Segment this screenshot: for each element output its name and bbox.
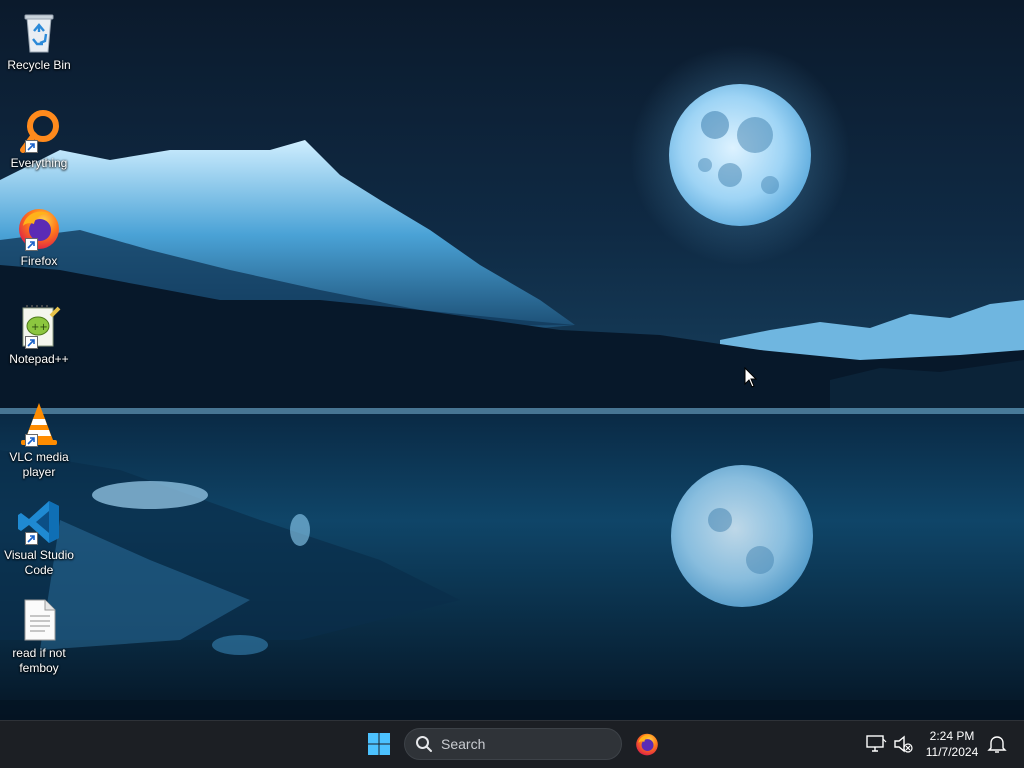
clock-date: 11/7/2024 [925,745,979,759]
desktop-icon-label: Visual Studio Code [4,548,74,577]
taskbar: Search 2:24 PM 11/7/2024 [0,720,1024,768]
shortcut-arrow-icon [25,532,38,545]
desktop-icon-label: VLC media player [9,450,69,479]
desktop-icon-vscode[interactable]: Visual Studio Code [2,494,76,584]
volume-muted-icon[interactable] [892,733,914,755]
shortcut-arrow-icon [25,140,38,153]
desktop-icon-label: Everything [10,156,68,170]
start-button[interactable] [362,727,396,761]
desktop-icon-label: Recycle Bin [7,58,71,72]
text-file-icon [15,596,63,644]
desktop-icon-text-file[interactable]: read if not femboy [2,592,76,682]
desktop-icon-area: Recycle Bin Everything Firefox ++ Notepa… [0,0,80,720]
desktop-wallpaper [0,0,1024,720]
desktop-icon-label: read if not femboy [12,646,66,675]
shortcut-arrow-icon [25,336,38,349]
desktop-icon-label: Firefox [20,254,58,268]
firefox-icon [636,733,658,756]
taskbar-firefox-button[interactable] [630,727,664,761]
vscode-icon [15,498,63,546]
desktop-icon-vlc[interactable]: VLC media player [2,396,76,486]
mouse-cursor-icon [744,367,758,388]
system-clock[interactable]: 2:24 PM 11/7/2024 [920,728,984,762]
desktop-icon-label: Notepad++ [9,352,69,366]
taskbar-search-box[interactable]: Search [404,728,622,760]
everything-search-icon [15,106,63,154]
windows-start-icon [368,733,390,755]
vlc-icon [15,400,63,448]
desktop-icon-everything[interactable]: Everything [2,102,76,192]
search-icon [416,736,432,752]
firefox-icon [15,204,63,252]
desktop-icon-notepad-plus-plus[interactable]: ++ Notepad++ [2,298,76,388]
notepad-plus-plus-icon: ++ [15,302,63,350]
search-placeholder: Search [441,736,486,752]
clock-time: 2:24 PM [929,729,975,743]
svg-text:++: ++ [31,322,48,333]
desktop-icon-recycle-bin[interactable]: Recycle Bin [2,4,76,94]
desktop-icon-firefox[interactable]: Firefox [2,200,76,290]
shortcut-arrow-icon [25,434,38,447]
network-icon[interactable] [864,733,888,755]
bell-icon[interactable] [986,733,1008,755]
recycle-bin-icon [15,8,63,56]
shortcut-arrow-icon [25,238,38,251]
